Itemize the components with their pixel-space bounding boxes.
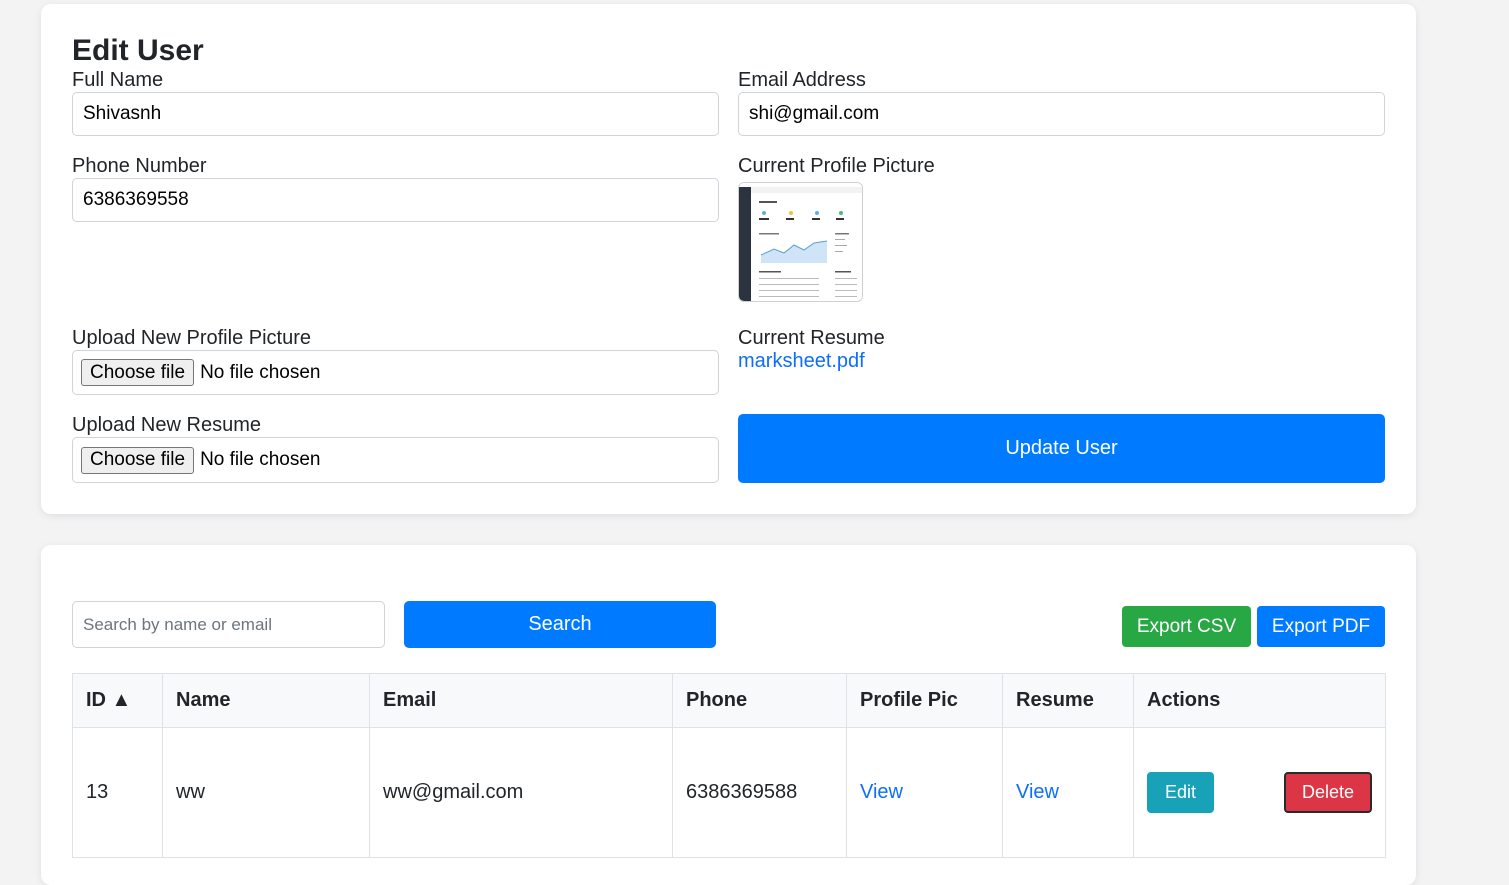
table-header-row: ID ▲ Name Email Phone Profile Pic Resume…: [72, 673, 1386, 728]
choose-resume-button[interactable]: Choose file: [81, 446, 195, 474]
column-header-id[interactable]: ID ▲: [72, 673, 163, 728]
column-header-profile-pic: Profile Pic: [846, 673, 1003, 728]
upload-resume-label: Upload New Resume: [72, 414, 261, 436]
profile-picture-file-input: Choose file No file chosen: [72, 350, 719, 395]
current-profile-picture-label: Current Profile Picture: [738, 155, 935, 177]
full-name-value: Shivasnh: [83, 103, 162, 124]
delete-user-row-button[interactable]: Delete: [1284, 772, 1372, 813]
phone-input[interactable]: 6386369558: [72, 178, 719, 222]
column-header-resume: Resume: [1002, 673, 1134, 728]
full-name-label: Full Name: [72, 69, 164, 91]
choose-profile-picture-button[interactable]: Choose file: [81, 359, 195, 386]
users-table: ID ▲ Name Email Phone Profile Pic Resume…: [72, 673, 1386, 858]
cell-phone: 6386369588: [672, 727, 847, 858]
table-row: 13 ww ww@gmail.com 6386369588 View View …: [72, 727, 1386, 858]
export-pdf-button[interactable]: Export PDF: [1257, 606, 1385, 647]
cell-email: ww@gmail.com: [369, 727, 673, 858]
cell-profile-pic: View: [846, 727, 1003, 858]
email-value: shi@gmail.com: [749, 103, 880, 124]
view-profile-pic-link[interactable]: View: [860, 781, 903, 803]
dashboard-screenshot-image: [739, 183, 862, 301]
cell-id: 13: [72, 727, 163, 858]
edit-user-row-button[interactable]: Edit: [1147, 772, 1214, 813]
resume-file-status: No file chosen: [200, 449, 321, 470]
edit-user-card: Edit User Full Name Shivasnh Email Addre…: [41, 4, 1416, 514]
export-csv-button[interactable]: Export CSV: [1122, 606, 1251, 647]
page-title: Edit User: [72, 34, 204, 67]
profile-picture-thumbnail: [738, 182, 863, 302]
email-input[interactable]: shi@gmail.com: [738, 92, 1385, 136]
upload-profile-picture-label: Upload New Profile Picture: [72, 327, 311, 349]
resume-file-input: Choose file No file chosen: [72, 437, 719, 483]
column-header-actions: Actions: [1133, 673, 1386, 728]
cell-name: ww: [162, 727, 370, 858]
column-header-phone: Phone: [672, 673, 847, 728]
user-list-card: Search by name or email Search Export CS…: [41, 545, 1416, 885]
column-header-email: Email: [369, 673, 673, 728]
full-name-input[interactable]: Shivasnh: [72, 92, 719, 136]
profile-picture-file-status: No file chosen: [200, 361, 321, 383]
phone-value: 6386369558: [83, 189, 189, 210]
current-resume-label: Current Resume: [738, 327, 885, 349]
search-placeholder: Search by name or email: [83, 614, 272, 634]
phone-label: Phone Number: [72, 155, 207, 177]
current-resume-link[interactable]: marksheet.pdf: [738, 350, 865, 373]
search-button[interactable]: Search: [404, 601, 716, 648]
search-input[interactable]: Search by name or email: [72, 601, 385, 648]
column-header-name: Name: [162, 673, 370, 728]
cell-actions: Edit Delete: [1133, 727, 1386, 858]
email-label: Email Address: [738, 69, 866, 91]
update-user-button[interactable]: Update User: [738, 414, 1385, 483]
view-resume-link[interactable]: View: [1016, 781, 1059, 803]
cell-resume: View: [1002, 727, 1134, 858]
